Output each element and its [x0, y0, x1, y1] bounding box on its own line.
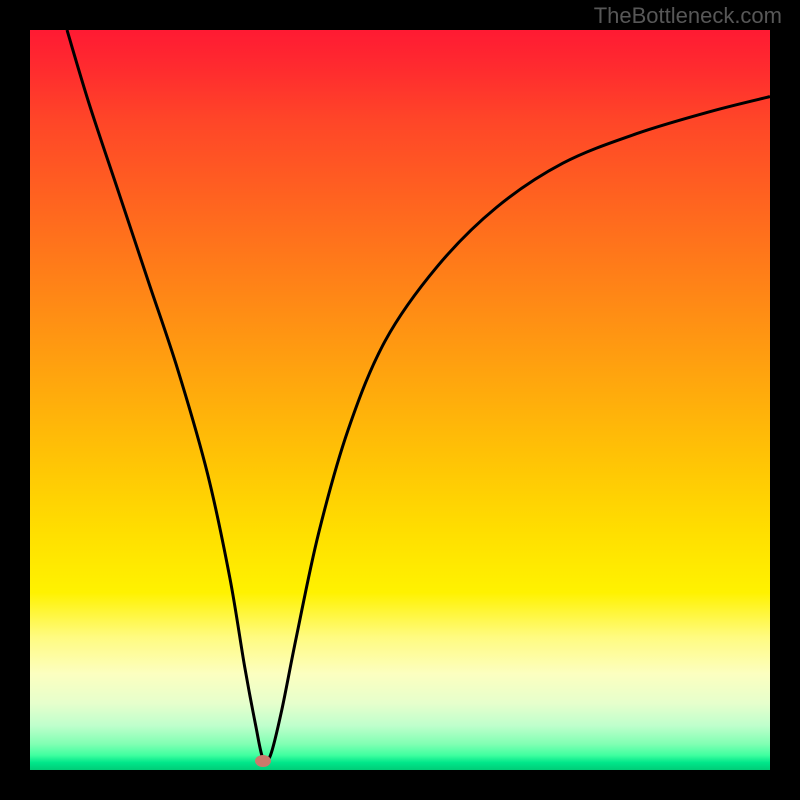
chart-curve-svg	[30, 30, 770, 770]
chart-plot-area	[30, 30, 770, 770]
chart-min-marker	[255, 755, 271, 767]
bottleneck-curve-path	[67, 30, 770, 762]
watermark-text: TheBottleneck.com	[594, 3, 782, 29]
